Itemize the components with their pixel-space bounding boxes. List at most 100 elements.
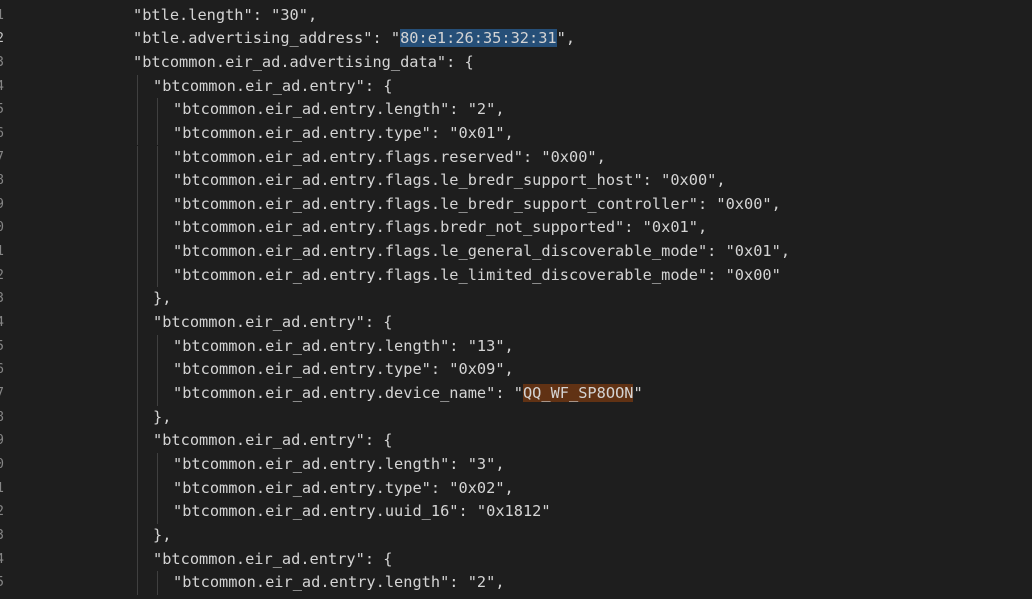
code-text: "btle.advertising_address": "80:e1:26:35… [133,27,575,51]
code-line[interactable]: 2 "btcommon.eir_ad.entry.uuid_16": "0x181… [0,500,1032,524]
line-number: 6 [0,362,4,378]
code-line[interactable]: 5 "btcommon.eir_ad.entry.length": "13", [0,334,1032,359]
code-text: "btcommon.eir_ad.entry.type": "0x02", [173,478,514,497]
indent-guide [137,429,138,453]
line-number: 6 [0,125,4,141]
code-text-after-highlight: ", [556,29,576,48]
code-line[interactable]: 7 "btcommon.eir_ad.entry.flags.reserved":… [0,145,1032,170]
code-text-before-highlight: "btcommon.eir_ad.entry.device_name": " [173,384,523,402]
code-text: "btcommon.eir_ad.entry.flags.bredr_not_s… [173,218,708,237]
line-number: 5 [0,102,4,118]
line-number: 7 [0,149,4,165]
code-editor[interactable]: 1 "btle.length": "30", 2 "btle.advertising_… [0,0,1032,599]
line-number: 5 [0,338,4,354]
indent-guide [157,358,158,382]
code-text-after-highlight: " [633,384,643,402]
indent-guide [137,145,138,170]
line-number: 1 [0,480,4,496]
indent-guide [137,358,138,382]
code-line[interactable]: 4 "btcommon.eir_ad.entry": { [0,74,1032,99]
code-text: "btcommon.eir_ad.entry.type": "0x01", [173,123,514,142]
line-number: 4 [0,78,4,94]
code-line[interactable]: 1 "btle.length": "30", [0,4,1032,28]
line-number: 5 [0,575,4,591]
code-text: "btcommon.eir_ad.entry": { [153,313,393,332]
code-line[interactable]: 3}, [0,523,1032,548]
code-text: "btcommon.eir_ad.entry.flags.le_general_… [173,242,791,261]
code-line[interactable]: 6 "btcommon.eir_ad.entry.type": "0x01", [0,121,1032,146]
code-line[interactable]: 8}, [0,405,1032,430]
indent-guide [137,547,138,572]
line-number: 7 [0,386,4,401]
indent-guide [157,263,158,288]
indent-guide [137,121,138,146]
code-line[interactable]: 2 "btcommon.eir_ad.entry.flags.le_limited… [0,263,1032,288]
code-text: "btle.length": "30", [133,5,318,24]
code-line[interactable]: 9 "btcommon.eir_ad.entry": { [0,429,1032,453]
line-number: 1 [0,7,4,23]
code-text: "btcommon.eir_ad.entry": { [153,76,393,95]
indent-guide [137,98,138,122]
indent-guide [137,263,138,288]
code-line[interactable]: 4 "btcommon.eir_ad.entry": { [0,547,1032,572]
code-text: "btcommon.eir_ad.entry.flags.le_bredr_su… [173,171,726,190]
code-text: "btcommon.eir_ad.entry": { [153,549,393,568]
code-line[interactable]: 9 "btcommon.eir_ad.entry.flags.le_bredr_s… [0,192,1032,217]
line-number: 1 [0,244,4,260]
line-number: 2 [0,267,4,283]
indent-guide [137,74,138,99]
code-text: }, [153,525,172,544]
code-text: "btcommon.eir_ad.entry.length": "2", [173,573,505,592]
code-line[interactable]: 0 "btcommon.eir_ad.entry.length": "3", [0,452,1032,477]
indent-guide [137,311,138,335]
line-number: 4 [0,551,4,567]
code-text: "btcommon.eir_ad.entry.length": "2", [173,100,505,119]
code-line[interactable]: 3 "btcommon.eir_ad.advertising_data": { [0,51,1032,75]
selected-text[interactable]: 80:e1:26:35:32:31 [400,29,557,48]
indent-guide [157,571,158,595]
code-text: "btcommon.eir_ad.entry.uuid_16": "0x1812… [173,502,551,521]
code-line[interactable]: 5 "btcommon.eir_ad.entry.length": "2", [0,98,1032,122]
code-text: "btcommon.eir_ad.entry.flags.le_bredr_su… [173,194,781,213]
indent-guide [157,216,158,241]
code-line[interactable]: 5 "btcommon.eir_ad.entry.length": "2", [0,571,1032,595]
line-number: 3 [0,527,4,543]
code-text: }, [153,407,172,426]
indent-guide [157,500,158,524]
code-line[interactable]: 4 "btcommon.eir_ad.entry": { [0,311,1032,335]
indent-guide [137,523,138,548]
line-number: 9 [0,433,4,449]
line-number: 9 [0,196,4,212]
line-number: 4 [0,315,4,331]
code-line[interactable]: 2 "btle.advertising_address": "80:e1:26:3… [0,27,1032,51]
code-line[interactable]: 0 "btcommon.eir_ad.entry.flags.bredr_not_… [0,216,1032,241]
indent-guide [157,192,158,217]
line-number: 8 [0,173,4,189]
indent-guide [137,382,138,406]
code-text: "btcommon.eir_ad.entry.device_name": "QQ… [173,382,643,406]
code-line[interactable]: 1 "btcommon.eir_ad.entry.type": "0x02", [0,476,1032,501]
indent-guide [157,452,158,477]
code-text: "btcommon.eir_ad.entry.flags.reserved": … [173,147,606,166]
indent-guide [137,571,138,595]
code-text: "btcommon.eir_ad.entry.flags.le_limited_… [173,265,781,284]
code-line[interactable]: 3}, [0,287,1032,312]
indent-guide [157,334,158,359]
line-number: 0 [0,220,4,236]
indent-guide [137,216,138,241]
indent-guide [157,145,158,170]
find-match-highlight[interactable]: QQ_WF_SP8OON [522,384,634,402]
code-text: "btcommon.eir_ad.entry.length": "13", [173,336,514,355]
code-line[interactable]: 6 "btcommon.eir_ad.entry.type": "0x09", [0,358,1032,382]
code-text: "btcommon.eir_ad.advertising_data": { [133,52,474,71]
line-number: 3 [0,54,4,70]
code-line[interactable]: 1 "btcommon.eir_ad.entry.flags.le_general… [0,240,1032,264]
code-line[interactable]: 8 "btcommon.eir_ad.entry.flags.le_bredr_s… [0,169,1032,193]
indent-guide [137,240,138,264]
code-text: "btcommon.eir_ad.entry.type": "0x09", [173,360,514,379]
indent-guide [137,169,138,193]
code-line[interactable]: 7 "btcommon.eir_ad.entry.device_name": "Q… [0,382,1032,406]
indent-guide [137,452,138,477]
indent-guide [157,169,158,193]
code-text: "btcommon.eir_ad.entry.length": "3", [173,454,505,473]
